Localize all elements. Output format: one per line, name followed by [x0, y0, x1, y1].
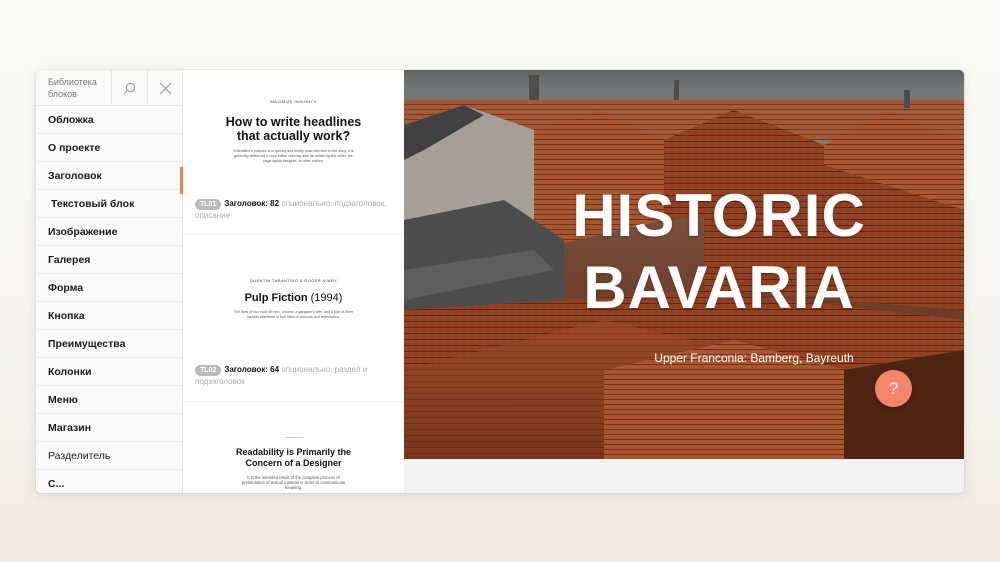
page-preview: HISTORIC BAVARIA Upper Franconia: Bamber…: [404, 70, 964, 493]
block-title-line2: that actually work?: [236, 129, 351, 143]
block-title: Pulp Fiction (1994): [183, 292, 404, 304]
block-divider: [284, 437, 303, 438]
block-code-badge: TL01: [195, 199, 222, 210]
block-title-year: (1994): [310, 292, 343, 304]
sidebar-title: Библиотека блоков: [48, 77, 97, 99]
block-library-sidebar: Библиотека блоков Обложка О проекте Заго…: [36, 70, 183, 493]
block-title-line1: Readability is Primarily the: [235, 447, 352, 457]
sidebar-item-form[interactable]: Форма: [36, 274, 182, 302]
hero-title-line1: HISTORIC: [572, 182, 866, 249]
block-meta: TL01 Заголовок: 82 опционально: подзаголо…: [195, 198, 394, 222]
block-card-tl01[interactable]: Maximize insights How to write headlines…: [183, 70, 404, 235]
sidebar-item-menu[interactable]: Меню: [36, 386, 182, 414]
sidebar-item-gallery[interactable]: Галерея: [36, 246, 182, 274]
sidebar-header: Библиотека блоков: [36, 70, 182, 106]
sidebar-item-divider[interactable]: Разделитель: [36, 442, 182, 470]
sidebar-item-button[interactable]: Кнопка: [36, 302, 182, 330]
sidebar-item-cover[interactable]: Обложка: [36, 106, 182, 134]
block-label: Заголовок: 82: [224, 199, 280, 208]
block-title-text: Pulp Fiction: [244, 292, 308, 304]
block-body: It is the intended result of the complet…: [241, 475, 346, 490]
block-title-line2: Concern of a Designer: [245, 458, 342, 468]
sidebar-item-about[interactable]: О проекте: [36, 134, 182, 162]
sidebar-item-text-block[interactable]: Текстовый блок: [36, 190, 182, 218]
block-preview-list: Maximize insights How to write headlines…: [183, 70, 404, 493]
sidebar-item-shop[interactable]: Магазин: [36, 414, 182, 442]
close-icon: [159, 82, 172, 94]
sidebar-item-more[interactable]: С...: [36, 470, 182, 493]
block-body: A headline's purpose is to quickly and b…: [233, 149, 354, 163]
search-icon: [123, 82, 136, 94]
sidebar-item-heading[interactable]: Заголовок: [36, 162, 183, 194]
search-button[interactable]: [111, 70, 147, 106]
sidebar-item-columns[interactable]: Колонки: [36, 358, 182, 386]
block-eyebrow: Maximize insights: [270, 99, 317, 104]
sidebar-item-features[interactable]: Преимущества: [36, 330, 182, 358]
block-card-tl02[interactable]: Quentin Tarantino & Roger Avary Pulp Fic…: [183, 235, 404, 402]
hero-title: HISTORIC BAVARIA: [554, 180, 884, 324]
block-title-line1: How to write headlines: [225, 115, 362, 129]
help-button[interactable]: ?: [875, 370, 912, 407]
block-code-badge: TL02: [195, 365, 222, 376]
block-eyebrow: Quentin Tarantino & Roger Avary: [249, 278, 338, 283]
block-body: The lives of two mob hit men, a boxer, a…: [233, 310, 354, 319]
category-list: Обложка О проекте Заголовок Текстовый бл…: [36, 106, 183, 493]
hero-title-line2: BAVARIA: [583, 254, 855, 321]
block-label: Заголовок: 64: [224, 365, 280, 374]
block-meta: TL02 Заголовок: 64 опционально: раздел и …: [195, 364, 394, 388]
question-icon: ?: [888, 378, 899, 398]
block-library-window: Библиотека блоков Обложка О проекте Заго…: [36, 70, 964, 493]
sidebar-item-image[interactable]: Изображение: [36, 218, 182, 246]
close-button[interactable]: [147, 70, 183, 106]
hero-subtitle: Upper Franconia: Bamberg, Bayreuth: [654, 351, 854, 365]
block-card-tl03[interactable]: Readability is Primarily the Concern of …: [183, 402, 404, 493]
